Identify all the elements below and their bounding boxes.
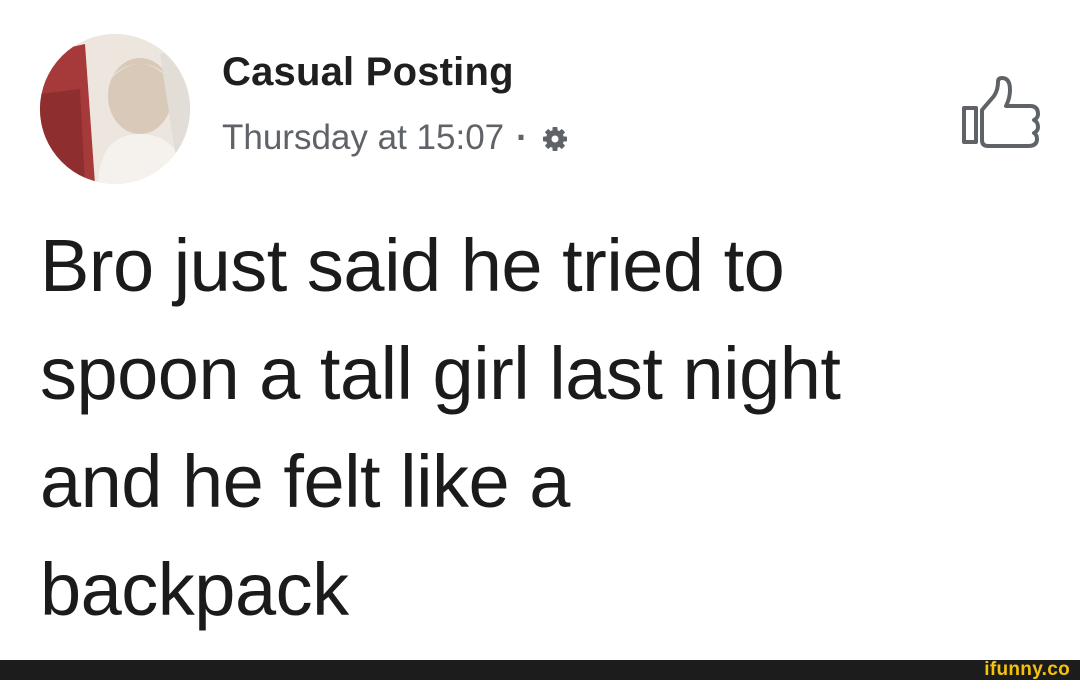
author-name[interactable]: Casual Posting bbox=[222, 50, 514, 95]
post-timestamp[interactable]: Thursday at 15:07 bbox=[222, 118, 504, 158]
meta-separator: · bbox=[516, 118, 528, 157]
post-body-line: and he felt like a bbox=[40, 440, 570, 523]
avatar-photo bbox=[40, 34, 190, 184]
avatar[interactable] bbox=[40, 34, 190, 184]
post-body-line: Bro just said he tried to bbox=[40, 224, 785, 307]
watermark-logo: ifunny.co bbox=[984, 659, 1070, 680]
like-button[interactable] bbox=[958, 74, 1042, 150]
post-body-line: spoon a tall girl last night bbox=[40, 332, 841, 415]
gear-icon[interactable] bbox=[540, 123, 570, 153]
post-body-line: backpack bbox=[40, 548, 349, 631]
post-meta: Thursday at 15:07 · bbox=[222, 116, 570, 160]
post-body: Bro just said he tried to spoon a tall g… bbox=[40, 212, 1040, 644]
watermark-bar: ifunny.co bbox=[0, 659, 1080, 680]
thumbs-up-icon bbox=[962, 76, 1040, 148]
facebook-post: Casual Posting Thursday at 15:07 · Bro j… bbox=[0, 0, 1080, 660]
